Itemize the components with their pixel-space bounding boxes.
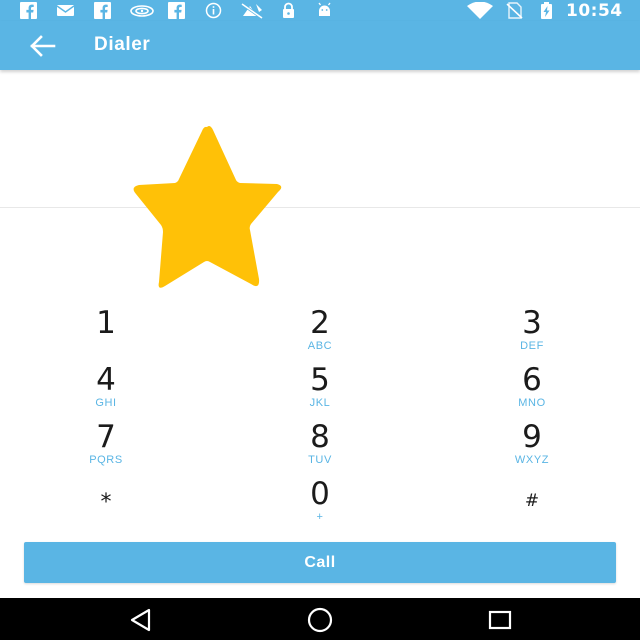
key-letters: ABC <box>307 340 333 352</box>
android-icon <box>316 2 333 19</box>
key-letters: WXYZ <box>514 454 550 466</box>
keypad: 1 2 ABC 3 DEF 4 GHI 5 JKL 6 MNO 7 PQRS 8… <box>0 300 640 530</box>
key-digit: 4 <box>96 362 116 398</box>
status-time: 10:54 <box>566 1 623 21</box>
circle-home-icon[interactable] <box>306 607 336 633</box>
triangle-back-icon[interactable] <box>128 607 154 633</box>
navigation-bar <box>0 598 640 640</box>
key-1[interactable]: 1 <box>51 304 161 360</box>
number-display[interactable] <box>0 70 640 207</box>
key-0[interactable]: 0 + <box>265 475 375 531</box>
key-letters: JKL <box>309 397 331 409</box>
key-star[interactable]: * <box>51 484 161 540</box>
key-letters: GHI <box>95 397 117 409</box>
wifi-icon <box>466 2 494 19</box>
square-recents-icon[interactable] <box>487 607 513 633</box>
key-digit: 6 <box>522 362 542 398</box>
app-bar: Dialer <box>0 21 640 70</box>
no-signal-icon <box>240 2 264 19</box>
key-8[interactable]: 8 TUV <box>265 418 375 474</box>
facebook-icon <box>20 2 37 19</box>
key-digit: 7 <box>96 419 116 455</box>
key-letters: MNO <box>518 397 546 409</box>
page-title: Dialer <box>94 34 151 55</box>
key-5[interactable]: 5 JKL <box>265 361 375 417</box>
facebook-icon <box>94 2 111 19</box>
key-9[interactable]: 9 WXYZ <box>477 418 587 474</box>
lock-icon <box>280 2 297 19</box>
key-digit: # <box>524 491 540 511</box>
key-digit: 9 <box>522 419 542 455</box>
key-digit: 8 <box>310 419 330 455</box>
key-4[interactable]: 4 GHI <box>51 361 161 417</box>
mail-icon <box>57 2 74 19</box>
key-digit: * <box>100 490 112 515</box>
battery-charging-icon <box>538 2 555 19</box>
key-letters: DEF <box>520 340 544 352</box>
status-bar: 10:54 <box>0 0 640 21</box>
star-icon[interactable] <box>132 124 282 290</box>
key-3[interactable]: 3 DEF <box>477 304 587 360</box>
key-digit: 5 <box>310 362 330 398</box>
info-icon <box>205 2 222 19</box>
key-digit: 0 <box>310 476 330 512</box>
wifi-router-icon <box>130 2 154 19</box>
display-divider <box>0 207 640 208</box>
call-button[interactable]: Call <box>24 542 616 583</box>
no-sim-icon <box>506 2 523 19</box>
facebook-icon <box>168 2 185 19</box>
key-digit: 2 <box>310 305 330 341</box>
key-6[interactable]: 6 MNO <box>477 361 587 417</box>
key-letters: + <box>316 511 324 523</box>
key-digit: 3 <box>522 305 542 341</box>
key-hash[interactable]: # <box>477 482 587 538</box>
key-7[interactable]: 7 PQRS <box>51 418 161 474</box>
key-letters: TUV <box>308 454 332 466</box>
arrow-left-icon[interactable] <box>28 33 58 59</box>
key-digit: 1 <box>96 305 116 341</box>
key-2[interactable]: 2 ABC <box>265 304 375 360</box>
key-letters: PQRS <box>89 454 123 466</box>
